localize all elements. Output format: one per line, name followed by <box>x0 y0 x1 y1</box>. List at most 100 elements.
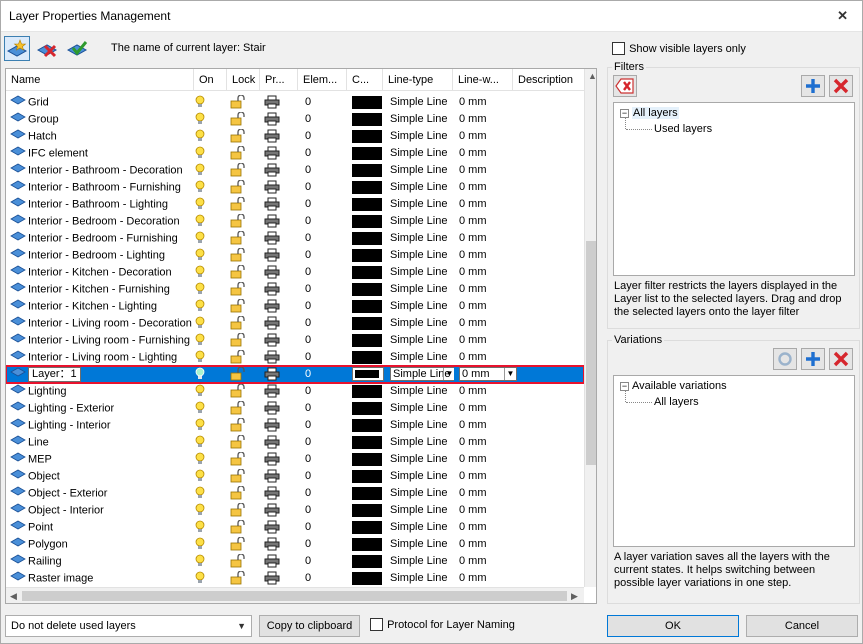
line-weight-cell[interactable]: 0 mm <box>459 400 517 417</box>
lock-icon[interactable] <box>230 570 246 587</box>
lock-icon[interactable] <box>230 400 246 417</box>
color-swatch-cell[interactable] <box>352 349 384 366</box>
lock-toggle[interactable] <box>230 315 254 332</box>
lightbulb-icon[interactable] <box>195 112 205 128</box>
printer-icon[interactable] <box>264 435 280 451</box>
layer-name-cell[interactable]: Interior - Living room - Lighting <box>10 349 196 366</box>
line-weight-cell[interactable]: 0 mm <box>459 451 517 468</box>
table-row[interactable]: Line 0 Simple Line 0 mm <box>6 434 584 451</box>
variation-tree-all-layers[interactable]: All layers <box>654 396 699 408</box>
lightbulb-icon[interactable] <box>195 452 205 468</box>
color-swatch-cell[interactable] <box>352 247 384 264</box>
layer-name-cell[interactable]: Interior - Bedroom - Decoration <box>10 213 196 230</box>
printer-icon[interactable] <box>264 265 280 281</box>
color-swatch-cell[interactable] <box>352 519 384 536</box>
visibility-toggle[interactable] <box>195 264 219 281</box>
printer-icon[interactable] <box>264 112 280 128</box>
color-swatch[interactable] <box>352 453 382 466</box>
printer-icon[interactable] <box>264 401 280 417</box>
lock-icon[interactable] <box>230 264 246 281</box>
line-weight-cell[interactable]: 0 mm <box>459 213 517 230</box>
table-row[interactable]: Interior - Kitchen - Furnishing 0 Simple L… <box>6 281 584 298</box>
lock-toggle[interactable] <box>230 570 254 587</box>
lock-toggle[interactable] <box>230 400 254 417</box>
visibility-toggle[interactable] <box>195 349 219 366</box>
line-type-cell[interactable]: Simple Line <box>390 111 454 128</box>
lock-icon[interactable] <box>230 162 246 179</box>
lightbulb-icon[interactable] <box>195 367 205 383</box>
lock-icon[interactable] <box>230 536 246 553</box>
table-row[interactable]: Lighting - Exterior 0 Simple Line 0 mm <box>6 400 584 417</box>
color-swatch[interactable] <box>352 385 382 398</box>
visibility-toggle[interactable] <box>195 502 219 519</box>
lock-toggle[interactable] <box>230 519 254 536</box>
line-weight-cell[interactable]: 0 mm <box>459 536 517 553</box>
printer-icon[interactable] <box>264 503 280 519</box>
color-swatch[interactable] <box>352 181 382 194</box>
visibility-toggle[interactable] <box>195 468 219 485</box>
color-swatch[interactable] <box>352 130 382 143</box>
lock-icon[interactable] <box>230 417 246 434</box>
table-row[interactable]: Interior - Living room - Lighting 0 Simple… <box>6 349 584 366</box>
color-swatch-cell[interactable] <box>352 400 384 417</box>
lock-toggle[interactable] <box>230 111 254 128</box>
print-toggle[interactable] <box>264 162 288 179</box>
lock-toggle[interactable] <box>230 349 254 366</box>
line-type-cell[interactable]: Simple Line <box>390 417 454 434</box>
printer-icon[interactable] <box>264 452 280 468</box>
print-toggle[interactable] <box>264 281 288 298</box>
color-swatch[interactable] <box>352 232 382 245</box>
line-type-cell[interactable]: Simple Line <box>390 298 454 315</box>
line-type-cell[interactable]: Simple Line ▼ <box>390 366 454 383</box>
line-type-cell[interactable]: Simple Line <box>390 179 454 196</box>
horizontal-scroll-thumb[interactable] <box>22 591 567 601</box>
color-swatch-cell[interactable] <box>352 570 384 587</box>
lock-toggle[interactable] <box>230 247 254 264</box>
color-swatch[interactable] <box>352 300 382 313</box>
column-header-elements[interactable]: Elem... <box>298 69 347 91</box>
line-weight-cell[interactable]: 0 mm ▼ <box>459 366 517 383</box>
color-swatch-cell[interactable] <box>352 264 384 281</box>
printer-icon[interactable] <box>264 333 280 349</box>
visibility-toggle[interactable] <box>195 94 219 111</box>
lock-icon[interactable] <box>230 128 246 145</box>
printer-icon[interactable] <box>264 367 280 383</box>
layer-name[interactable]: Layer：1 <box>28 367 81 383</box>
color-swatch-cell[interactable] <box>352 213 384 230</box>
color-swatch[interactable] <box>352 198 382 211</box>
lock-icon[interactable] <box>230 315 246 332</box>
layer-name-cell[interactable]: MEP <box>10 451 196 468</box>
lock-toggle[interactable] <box>230 264 254 281</box>
lightbulb-icon[interactable] <box>195 299 205 315</box>
add-filter-button[interactable] <box>801 75 825 97</box>
print-toggle[interactable] <box>264 451 288 468</box>
line-type-cell[interactable]: Simple Line <box>390 553 454 570</box>
color-swatch[interactable] <box>352 351 382 364</box>
line-type-cell[interactable]: Simple Line <box>390 281 454 298</box>
table-row[interactable]: Interior - Kitchen - Lighting 0 Simple Lin… <box>6 298 584 315</box>
line-weight-cell[interactable]: 0 mm <box>459 162 517 179</box>
table-row[interactable]: Lighting - Interior 0 Simple Line 0 mm <box>6 417 584 434</box>
layer-name-cell[interactable]: Grid <box>10 94 196 111</box>
remove-variation-button[interactable] <box>829 348 853 370</box>
color-swatch-cell[interactable] <box>352 315 384 332</box>
table-row[interactable]: Raster image 0 Simple Line 0 mm <box>6 570 584 587</box>
lock-icon[interactable] <box>230 485 246 502</box>
table-row[interactable]: Interior - Bathroom - Furnishing 0 Simple … <box>6 179 584 196</box>
print-toggle[interactable] <box>264 536 288 553</box>
color-swatch[interactable] <box>352 266 382 279</box>
color-swatch[interactable] <box>352 96 382 109</box>
print-toggle[interactable] <box>264 264 288 281</box>
table-row[interactable]: Interior - Living room - Furnishing 0 Simp… <box>6 332 584 349</box>
lightbulb-icon[interactable] <box>195 316 205 332</box>
print-toggle[interactable] <box>264 128 288 145</box>
lightbulb-icon[interactable] <box>195 95 205 111</box>
visibility-toggle[interactable] <box>195 383 219 400</box>
line-type-cell[interactable]: Simple Line <box>390 315 454 332</box>
table-row[interactable]: Interior - Bathroom - Decoration 0 Simple … <box>6 162 584 179</box>
line-weight-cell[interactable]: 0 mm <box>459 264 517 281</box>
lock-toggle[interactable] <box>230 145 254 162</box>
line-weight-cell[interactable]: 0 mm <box>459 417 517 434</box>
line-weight-cell[interactable]: 0 mm <box>459 196 517 213</box>
lock-toggle[interactable] <box>230 553 254 570</box>
